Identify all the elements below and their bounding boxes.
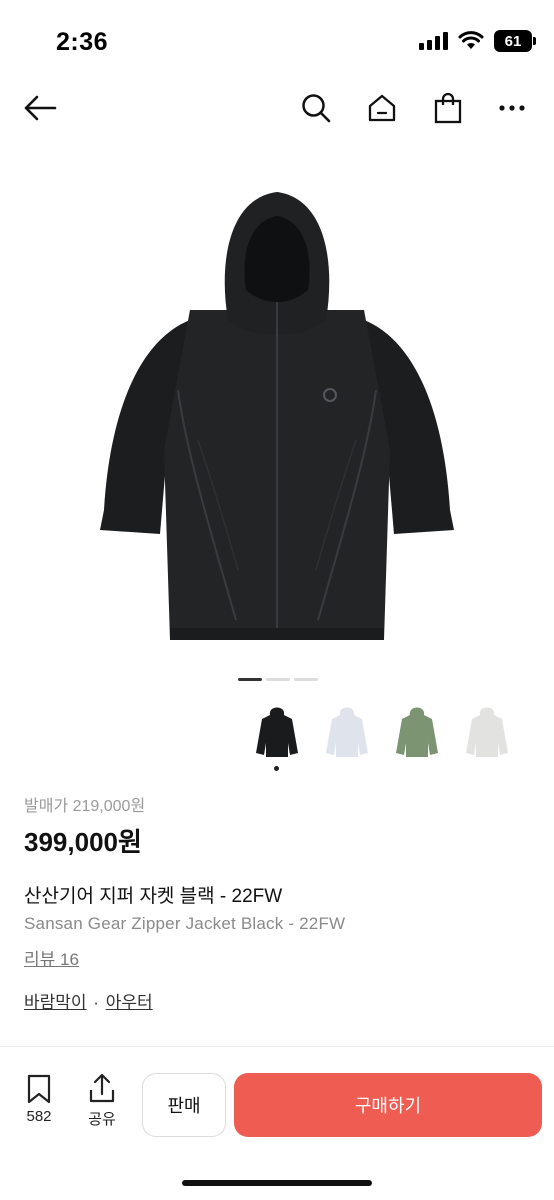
category-separator: · [93, 993, 99, 1012]
share-label: 공유 [88, 1111, 116, 1128]
category-breadcrumb: 바람막이 · 아우터 [24, 988, 153, 1013]
home-indicator [182, 1180, 372, 1186]
original-price: 발매가 219,000원 [24, 798, 146, 815]
cart-button[interactable] [428, 88, 468, 128]
search-icon [302, 94, 331, 123]
buy-button[interactable]: 구매하기 [234, 1073, 542, 1137]
wifi-icon [458, 31, 484, 49]
bottom-action-bar: 582 공유 판매 구매하기 [0, 1060, 554, 1160]
bookmark-icon [27, 1074, 51, 1104]
nav-bar [0, 80, 554, 136]
product-name-ko: 산산기어 지퍼 자켓 블랙 - 22FW [24, 886, 283, 907]
more-icon [499, 105, 525, 111]
thumbnail-black[interactable] [248, 700, 306, 762]
share-button[interactable]: 공유 [88, 1072, 116, 1129]
bookmark-button[interactable]: 582 [26, 1074, 52, 1125]
category-link-outer[interactable]: 아우터 [106, 993, 153, 1012]
gallery-pager [238, 678, 318, 681]
status-icons: 61 [419, 30, 536, 52]
selected-thumbnail-indicator [274, 766, 279, 771]
cellular-signal-icon [419, 32, 448, 50]
sell-button[interactable]: 판매 [142, 1073, 226, 1137]
status-bar: 2:36 61 [0, 0, 554, 80]
product-info: 발매가 219,000원 399,000원 산산기어 지퍼 자켓 블랙 - 22… [24, 792, 534, 934]
back-arrow-icon [24, 95, 57, 121]
home-icon [368, 94, 396, 122]
review-link[interactable]: 리뷰 16 [24, 945, 79, 970]
status-time: 2:36 [56, 28, 109, 56]
share-icon [89, 1073, 115, 1103]
thumbnail-olive[interactable] [388, 700, 446, 762]
shopping-bag-icon [434, 92, 462, 124]
thumbnail-light-blue[interactable] [318, 700, 376, 762]
product-name-en: Sansan Gear Zipper Jacket Black - 22FW [24, 914, 346, 933]
jacket-thumbnail [256, 707, 298, 757]
color-thumbnails [248, 700, 516, 762]
pager-dot[interactable] [266, 678, 290, 681]
product-image[interactable] [0, 150, 554, 670]
more-button[interactable] [492, 88, 532, 128]
battery-icon: 61 [494, 30, 536, 52]
jacket-thumbnail [326, 707, 368, 757]
pager-dot[interactable] [294, 678, 318, 681]
search-button[interactable] [296, 88, 336, 128]
home-button[interactable] [362, 88, 402, 128]
category-link-windbreaker[interactable]: 바람막이 [24, 993, 87, 1012]
price: 399,000원 [24, 827, 142, 857]
jacket-thumbnail [396, 707, 438, 757]
back-button[interactable] [20, 88, 60, 128]
pager-dot-active[interactable] [238, 678, 262, 681]
thumbnail-light-grey[interactable] [458, 700, 516, 762]
bookmark-count: 582 [26, 1108, 52, 1125]
divider [0, 1046, 554, 1047]
jacket-image [100, 192, 454, 640]
jacket-thumbnail [466, 707, 508, 757]
